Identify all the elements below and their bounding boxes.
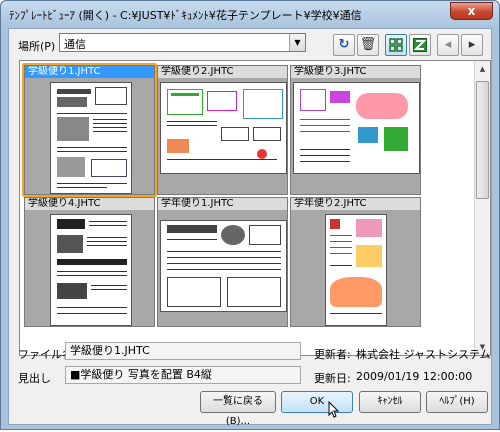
template-thumbnail-grid: 学級便り1.JHTC 学級便り2.JHTC 学級便り3.JHTC 学級便り4.J… (19, 60, 491, 356)
ok-button[interactable]: OK (281, 391, 353, 413)
trash-icon: 🗑 (359, 37, 377, 52)
mouse-cursor-icon (328, 401, 340, 418)
refresh-icon: ↻ (338, 37, 350, 52)
refresh-button[interactable]: ↻ (333, 34, 355, 56)
cancel-button[interactable]: ｷｬﾝｾﾙ (359, 391, 421, 413)
updater-value: 株式会社 ジャストシステム (356, 348, 491, 361)
help-button[interactable]: ﾍﾙﾌﾟ(H) (426, 391, 488, 413)
chevron-down-icon[interactable]: ▼ (289, 34, 305, 51)
location-dropdown[interactable]: 通信 ▼ (59, 33, 306, 52)
back-to-list-button[interactable]: 一覧に戻る(B)... (200, 391, 276, 427)
thumbnail-view-icon (389, 38, 403, 52)
selection-highlight (22, 63, 157, 197)
template-name: 学年便り1.JHTC (158, 198, 287, 210)
scroll-up-icon[interactable]: ▲ (475, 61, 490, 77)
template-preview (160, 82, 287, 174)
heading-field: ■学級便り 写真を配置 B4縦 (65, 366, 301, 384)
dialog-body: 場所(P) 通信 ▼ ↻ 🗑 ◂ ▸ 学級便り1.JHTC 学級便り2.JHTC… (8, 28, 492, 427)
template-name: 学級便り4.JHTC (25, 198, 154, 210)
template-preview (293, 82, 420, 174)
template-name: 学級便り3.JHTC (291, 66, 420, 78)
template-preview (50, 214, 132, 326)
heading-label: 見出し (18, 372, 51, 385)
template-thumbnail-item[interactable]: 学年便り1.JHTC (157, 197, 288, 327)
filename-field: 学級便り1.JHTC (65, 342, 301, 360)
close-button[interactable]: x (450, 2, 493, 20)
chevron-left-icon: ◂ (444, 37, 452, 52)
scrollbar-thumb[interactable] (476, 81, 489, 199)
template-thumbnail-item[interactable]: 学級便り2.JHTC (157, 65, 288, 195)
template-name: 学級便り2.JHTC (158, 66, 287, 78)
template-thumbnail-item[interactable]: 学級便り3.JHTC (290, 65, 421, 195)
hanako-app-button[interactable] (409, 34, 431, 56)
chevron-right-icon: ▸ (468, 37, 476, 52)
template-thumbnail-item[interactable]: 学級便り4.JHTC (24, 197, 155, 327)
delete-button[interactable]: 🗑 (357, 34, 379, 56)
title-bar[interactable]: ﾃﾝﾌﾟﾚｰﾄﾋﾞｭｰｱ (開く) - C:¥JUST¥ﾄﾞｷｭﾒﾝﾄ¥花子テン… (1, 1, 499, 28)
window-title: ﾃﾝﾌﾟﾚｰﾄﾋﾞｭｰｱ (開く) - C:¥JUST¥ﾄﾞｷｭﾒﾝﾄ¥花子テン… (9, 9, 362, 22)
updated-value: 2009/01/19 12:00:00 (356, 370, 473, 383)
template-preview (160, 220, 287, 312)
vertical-scrollbar[interactable]: ▲ ▼ (474, 61, 490, 355)
updater-label: 更新者: (314, 348, 351, 361)
template-thumbnail-item[interactable]: 学年便り2.JHTC (290, 197, 421, 327)
next-button[interactable]: ▸ (461, 34, 483, 56)
updated-label: 更新日: (314, 372, 351, 385)
hanako-app-icon (413, 38, 427, 52)
location-value: 通信 (64, 38, 86, 51)
previous-button[interactable]: ◂ (437, 34, 459, 56)
template-viewer-window: ﾃﾝﾌﾟﾚｰﾄﾋﾞｭｰｱ (開く) - C:¥JUST¥ﾄﾞｷｭﾒﾝﾄ¥花子テン… (0, 0, 500, 430)
template-preview (325, 214, 387, 326)
thumbnail-view-button[interactable] (385, 34, 407, 56)
template-name: 学年便り2.JHTC (291, 198, 420, 210)
location-label: 場所(P) (18, 40, 56, 53)
